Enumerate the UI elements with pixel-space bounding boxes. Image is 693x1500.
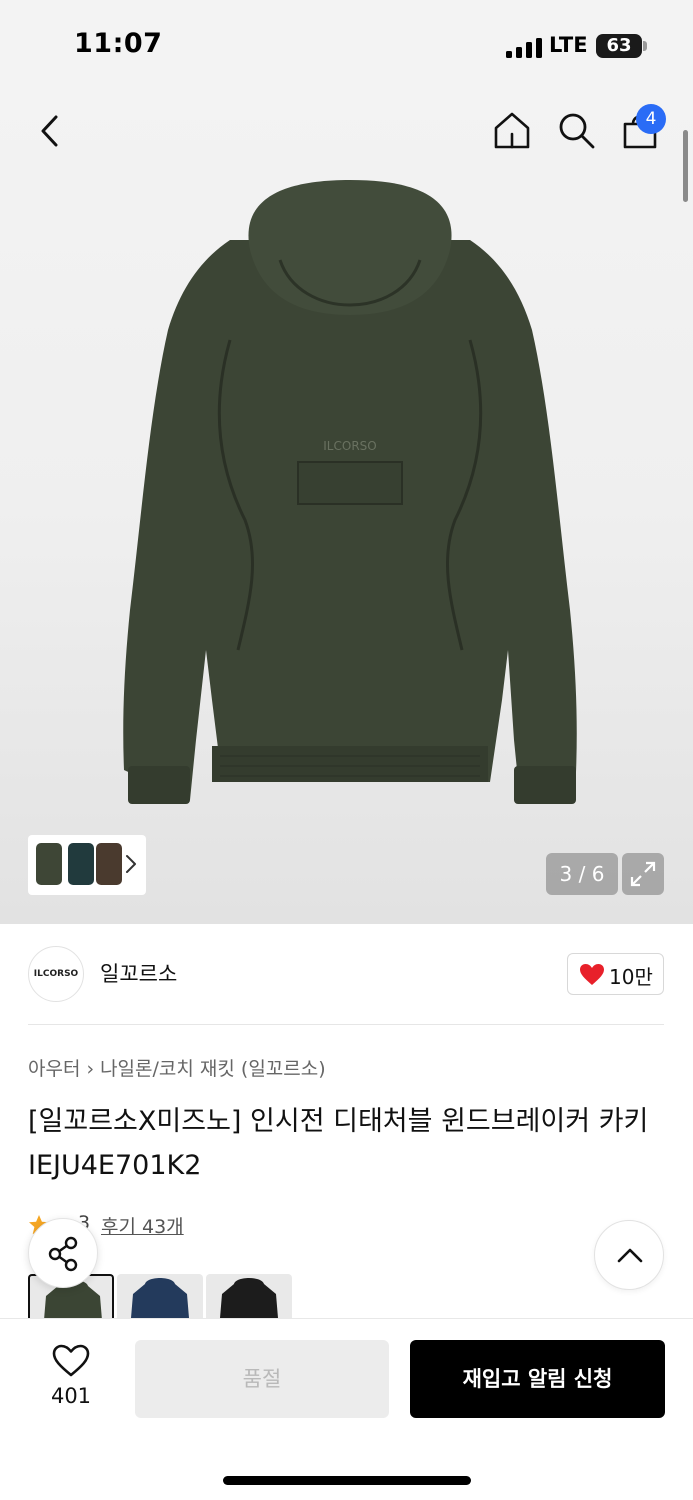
scroll-to-top-button[interactable] [594, 1220, 664, 1290]
review-link[interactable]: 후기 43개 [101, 1212, 184, 1239]
product-image-gallery[interactable]: 4 ILCORSO 3 / 6 [0, 92, 693, 924]
divider [28, 1024, 664, 1025]
color-option-navy[interactable] [117, 1274, 203, 1318]
scrollbar[interactable] [683, 130, 688, 202]
image-page-counter: 3 / 6 [546, 853, 618, 895]
back-arrow-icon[interactable] [34, 112, 68, 150]
breadcrumb-category[interactable]: 아우터 [28, 1058, 80, 1080]
brand-name[interactable]: 일꼬르소 [100, 958, 177, 988]
svg-text:ILCORSO: ILCORSO [323, 439, 376, 453]
share-icon [48, 1236, 78, 1272]
heart-outline-icon[interactable] [52, 1344, 90, 1378]
jacket-thumbnail-icon [131, 1278, 189, 1318]
status-bar: 11:07 LTE 63 [0, 0, 693, 92]
chevron-up-icon [617, 1248, 643, 1263]
share-button[interactable] [28, 1218, 98, 1288]
battery-icon: 63 [596, 34, 642, 58]
brand-like-button[interactable]: 10만 [567, 953, 664, 995]
search-icon[interactable] [556, 110, 596, 150]
breadcrumb-subcategory[interactable]: 나일론/코치 재킷 (일꼬르소) [100, 1058, 326, 1080]
breadcrumb: 아우터 › 나일론/코치 재킷 (일꼬르소) [28, 1054, 326, 1081]
jacket-thumbnail-icon [220, 1278, 278, 1318]
cart-count-badge: 4 [636, 104, 666, 134]
product-image: ILCORSO [123, 180, 577, 804]
product-title: [일꼬르소X미즈노] 인시전 디태처블 윈드브레이커 카키 IEJU4E701K… [28, 1106, 649, 1181]
thumbnail-khaki[interactable] [36, 843, 62, 885]
home-icon[interactable] [492, 110, 532, 150]
battery-cap [643, 41, 647, 51]
heart-filled-icon [580, 964, 604, 985]
color-thumbnail-strip[interactable] [28, 835, 146, 895]
home-indicator[interactable] [223, 1476, 471, 1485]
status-time: 11:07 [74, 28, 163, 59]
color-option-black[interactable] [206, 1274, 292, 1318]
chevron-right-icon: › [86, 1058, 95, 1080]
wishlist-count: 401 [50, 1384, 92, 1408]
cellular-signal-icon [506, 38, 542, 58]
brand-logo[interactable]: ILCORSO [28, 946, 84, 1002]
soldout-button[interactable]: 품절 [135, 1340, 389, 1418]
chevron-right-icon[interactable] [124, 852, 138, 876]
thumbnail-teal[interactable] [68, 843, 94, 885]
restock-alert-button[interactable]: 재입고 알림 신청 [410, 1340, 665, 1418]
brand-like-count: 10만 [609, 965, 653, 989]
thumbnail-brown[interactable] [96, 843, 122, 885]
expand-icon[interactable] [622, 853, 664, 895]
network-type: LTE [549, 33, 588, 57]
